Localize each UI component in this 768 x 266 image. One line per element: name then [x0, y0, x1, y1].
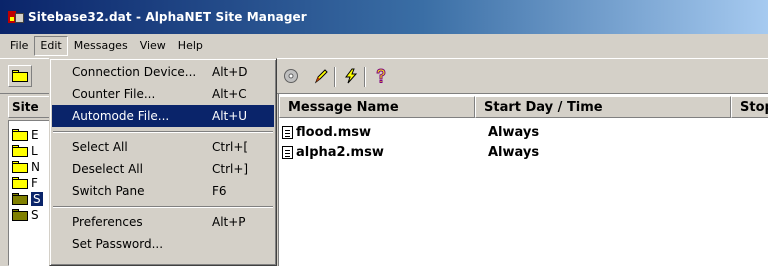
menu-view[interactable]: View — [134, 36, 172, 56]
open-button[interactable] — [8, 65, 32, 87]
disc-icon[interactable] — [282, 68, 300, 86]
menu-item-switch-pane[interactable]: Switch Pane F6 — [52, 180, 274, 202]
menu-separator — [52, 127, 274, 136]
lightning-icon[interactable] — [342, 68, 360, 86]
open-folder-icon — [12, 70, 28, 82]
help-icon[interactable] — [372, 68, 390, 86]
tree-item-selected[interactable]: S — [12, 191, 43, 207]
window-title: Sitebase32.dat - AlphaNET Site Manager — [28, 10, 307, 24]
menu-item-select-all[interactable]: Select All Ctrl+[ — [52, 136, 274, 158]
document-icon — [282, 125, 293, 139]
column-header-start[interactable]: Start Day / Time — [475, 96, 731, 118]
table-row[interactable]: alpha2.msw Always — [279, 142, 768, 162]
site-pane: Site E L N F S S — [8, 94, 68, 266]
message-list-pane: Message Name Start Day / Time Stop Day /… — [278, 94, 768, 266]
menu-edit[interactable]: Edit — [34, 36, 68, 56]
column-headers: Message Name Start Day / Time Stop Day /… — [279, 96, 768, 118]
folder-icon — [12, 177, 28, 189]
column-header-message-name[interactable]: Message Name — [279, 96, 475, 118]
tree-item[interactable]: S — [12, 207, 39, 223]
tree-item[interactable]: L — [12, 143, 38, 159]
title-bar: Sitebase32.dat - AlphaNET Site Manager — [0, 0, 768, 34]
folder-icon — [12, 145, 28, 157]
menu-bar: File Edit Messages View Help — [0, 34, 768, 58]
message-name: alpha2.msw — [296, 144, 384, 160]
menu-help[interactable]: Help — [172, 36, 209, 56]
tree-item[interactable]: F — [12, 175, 38, 191]
start-time: Always — [488, 144, 540, 160]
app-icon[interactable] — [8, 9, 24, 25]
pencil-icon[interactable] — [312, 68, 330, 86]
toolbar-separator — [334, 67, 336, 87]
table-row[interactable]: flood.msw Always — [279, 122, 768, 142]
menu-item-counter-file[interactable]: Counter File... Alt+C — [52, 83, 274, 105]
menu-messages[interactable]: Messages — [68, 36, 134, 56]
menu-item-deselect-all[interactable]: Deselect All Ctrl+] — [52, 158, 274, 180]
document-icon — [282, 145, 293, 159]
open-folder-icon — [12, 193, 28, 205]
message-name: flood.msw — [296, 124, 372, 140]
tree-item[interactable]: N — [12, 159, 40, 175]
tree-item[interactable]: E — [12, 127, 39, 143]
toolbar-separator — [364, 67, 366, 87]
folder-icon — [12, 161, 28, 173]
menu-file[interactable]: File — [4, 36, 34, 56]
start-time: Always — [488, 124, 540, 140]
folder-icon — [12, 129, 28, 141]
edit-menu-dropdown: Connection Device... Alt+D Counter File.… — [49, 58, 277, 266]
menu-separator — [52, 202, 274, 211]
message-list: flood.msw Always alpha2.msw Always — [279, 122, 768, 162]
menu-item-preferences[interactable]: Preferences Alt+P — [52, 211, 274, 233]
folder-icon — [12, 209, 28, 221]
menu-item-set-password[interactable]: Set Password... — [52, 233, 274, 255]
menu-item-connection-device[interactable]: Connection Device... Alt+D — [52, 61, 274, 83]
column-header-stop[interactable]: Stop Day / Time — [731, 96, 768, 118]
menu-item-automode-file[interactable]: Automode File... Alt+U — [52, 105, 274, 127]
